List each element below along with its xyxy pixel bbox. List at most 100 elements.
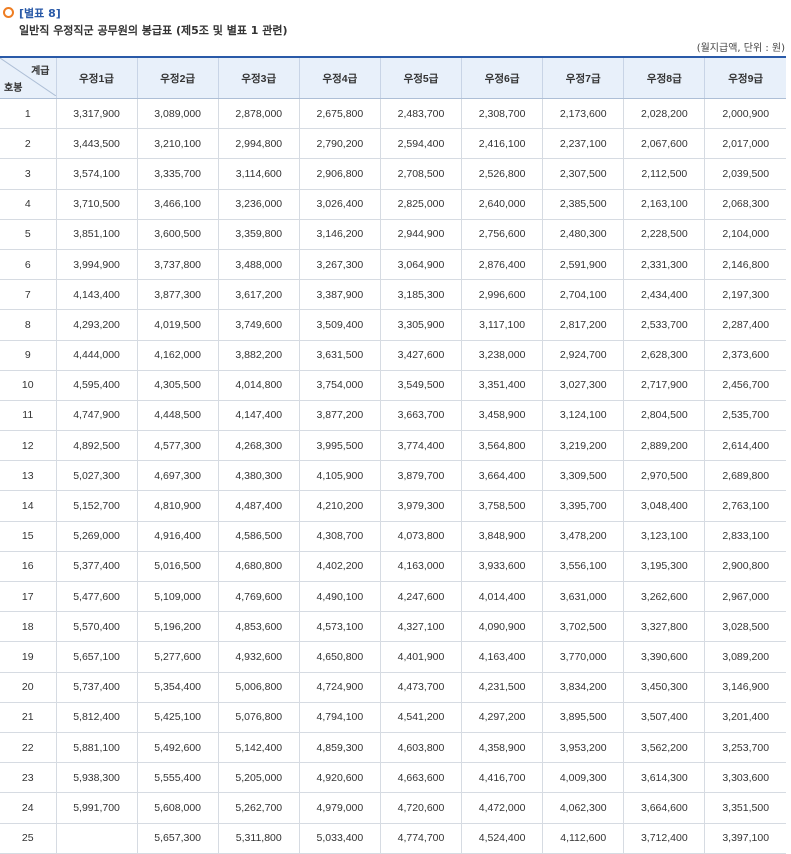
salary-cell: 3,664,400	[461, 460, 543, 492]
salary-cell: 2,287,400	[704, 309, 786, 341]
salary-cell: 5,608,000	[136, 792, 219, 824]
salary-cell: 3,549,500	[379, 370, 462, 401]
step-cell: 22	[0, 732, 56, 764]
salary-cell: 4,231,500	[461, 672, 543, 703]
salary-cell: 4,650,800	[298, 641, 381, 673]
table-row: 10 4,595,400 4,305,500 4,014,800 3,754,000 3,…	[0, 370, 786, 401]
salary-cell: 3,028,500	[704, 611, 786, 643]
step-cell: 17	[0, 581, 56, 613]
salary-cell: 3,882,200	[217, 340, 300, 371]
salary-cell: 3,236,000	[217, 189, 300, 220]
salary-cell: 3,478,200	[542, 521, 624, 552]
salary-cell: 2,112,500	[623, 158, 705, 190]
salary-cell: 2,994,800	[217, 128, 300, 160]
salary-cell: 4,573,100	[298, 611, 381, 643]
table-row: 12 4,892,500 4,577,300 4,268,300 3,995,500 3,…	[0, 430, 786, 462]
salary-cell: 4,073,800	[379, 521, 462, 552]
salary-cell: 2,533,700	[623, 309, 705, 341]
salary-cell: 3,710,500	[55, 189, 138, 220]
salary-cell: 2,017,000	[704, 128, 786, 160]
salary-cell: 3,509,400	[298, 309, 381, 341]
salary-cell: 4,308,700	[298, 521, 381, 552]
step-cell: 23	[0, 762, 56, 794]
salary-cell: 2,068,300	[704, 189, 786, 220]
salary-cell: 5,006,800	[217, 672, 300, 703]
salary-cell: 2,876,400	[461, 249, 543, 281]
page-header: [별표 8] 일반직 우정직군 공무원의 봉급표 (제5조 및 별표 1 관련)…	[0, 0, 791, 56]
salary-cell: 2,163,100	[623, 189, 705, 220]
salary-cell: 4,932,600	[217, 641, 300, 673]
salary-cell: 2,591,900	[542, 249, 624, 281]
salary-cell: 3,123,100	[623, 521, 705, 552]
salary-cell: 3,210,100	[136, 128, 219, 160]
salary-cell: 4,305,500	[136, 370, 219, 401]
salary-cell: 3,979,300	[379, 490, 462, 522]
salary-cell: 3,335,700	[136, 158, 219, 190]
salary-cell: 4,014,400	[461, 581, 543, 613]
salary-cell: 2,756,600	[461, 219, 543, 250]
salary-cell: 4,416,700	[461, 762, 543, 794]
table-row: 7 4,143,400 3,877,300 3,617,200 3,387,900 3,1…	[0, 279, 786, 311]
salary-cell: 5,109,000	[136, 581, 219, 613]
salary-cell: 4,105,900	[298, 460, 381, 492]
salary-cell: 5,477,600	[55, 581, 138, 613]
salary-cell: 4,595,400	[55, 370, 138, 401]
salary-cell: 3,395,700	[542, 490, 624, 522]
salary-cell: 5,657,100	[55, 641, 138, 673]
salary-cell: 2,900,800	[704, 551, 786, 583]
salary-cell: 2,594,400	[379, 128, 462, 160]
salary-cell: 4,920,600	[298, 762, 381, 794]
table-row: 9 4,444,000 4,162,000 3,882,200 3,631,500 3,4…	[0, 340, 786, 371]
salary-cell: 2,331,300	[623, 249, 705, 281]
unit-note: (월지급액, 단위 : 원)	[696, 43, 785, 54]
salary-cell: 4,680,800	[217, 551, 300, 583]
step-cell: 21	[0, 702, 56, 733]
table-row: 19 5,657,100 5,277,600 4,932,600 4,650,800 4,…	[0, 641, 786, 673]
table-row: 3 3,574,100 3,335,700 3,114,600 2,906,800 2,7…	[0, 158, 786, 190]
salary-cell: 3,574,100	[55, 158, 138, 190]
salary-cell: 4,210,200	[298, 490, 381, 522]
salary-cell: 4,774,700	[379, 823, 462, 854]
salary-cell: 2,307,500	[542, 158, 624, 190]
salary-cell: 3,458,900	[461, 400, 543, 432]
salary-cell: 2,628,300	[623, 340, 705, 371]
column-header: 우정6급	[461, 56, 543, 99]
salary-cell: 2,996,600	[461, 279, 543, 311]
table-row: 5 3,851,100 3,600,500 3,359,800 3,146,200 2,9…	[0, 219, 786, 250]
salary-cell: 4,720,600	[379, 792, 462, 824]
salary-cell: 3,507,400	[623, 702, 705, 733]
salary-cell: 2,197,300	[704, 279, 786, 311]
salary-cell: 3,124,100	[542, 400, 624, 432]
salary-cell: 2,704,100	[542, 279, 624, 311]
salary-cell: 5,205,000	[217, 762, 300, 794]
step-cell: 25	[0, 823, 56, 854]
salary-cell: 2,434,400	[623, 279, 705, 311]
table-row: 14 5,152,700 4,810,900 4,487,400 4,210,200 3,…	[0, 490, 786, 522]
salary-cell: 4,293,200	[55, 309, 138, 341]
salary-cell: 3,737,800	[136, 249, 219, 281]
salary-cell: 2,308,700	[461, 98, 543, 130]
salary-cell: 5,570,400	[55, 611, 138, 643]
salary-cell: 4,490,100	[298, 581, 381, 613]
step-cell: 14	[0, 490, 56, 522]
salary-cell: 5,311,800	[217, 823, 300, 854]
salary-cell: 3,262,600	[623, 581, 705, 613]
salary-cell: 2,804,500	[623, 400, 705, 432]
salary-cell: 3,201,400	[704, 702, 786, 733]
salary-cell: 3,600,500	[136, 219, 219, 250]
salary-cell: 2,675,800	[298, 98, 381, 130]
salary-cell: 4,268,300	[217, 430, 300, 462]
salary-cell: 2,039,500	[704, 158, 786, 190]
salary-cell: 5,938,300	[55, 762, 138, 794]
salary-cell: 4,143,400	[55, 279, 138, 311]
step-cell: 24	[0, 792, 56, 824]
step-cell: 15	[0, 521, 56, 552]
step-cell: 1	[0, 98, 56, 130]
salary-cell: 3,267,300	[298, 249, 381, 281]
table-row: 16 5,377,400 5,016,500 4,680,800 4,402,200 4,…	[0, 551, 786, 583]
salary-cell: 5,492,600	[136, 732, 219, 764]
salary-cell: 5,657,300	[136, 823, 219, 854]
salary-cell: 3,195,300	[623, 551, 705, 583]
salary-cell: 3,995,500	[298, 430, 381, 462]
salary-cell: 3,895,500	[542, 702, 624, 733]
